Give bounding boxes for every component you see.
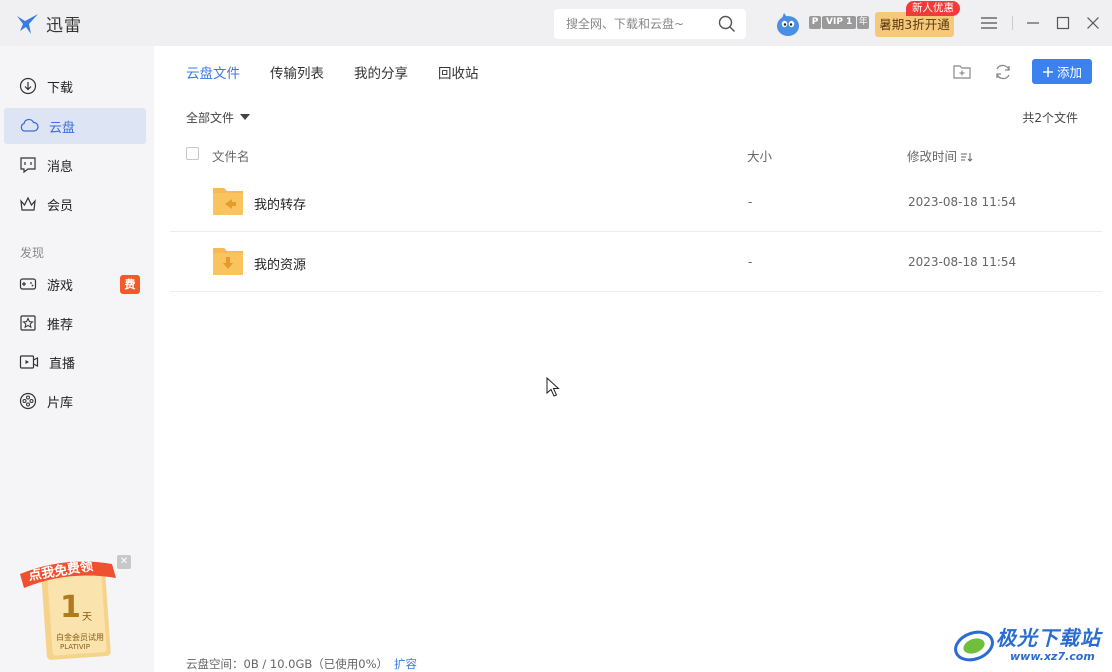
message-icon — [20, 157, 36, 174]
new-folder-icon[interactable] — [952, 62, 972, 82]
sidebar-item-game[interactable]: 游戏 费 — [4, 266, 146, 302]
file-count: 共2个文件 — [1022, 111, 1078, 125]
close-button[interactable] — [1083, 13, 1103, 33]
file-filter-dropdown[interactable]: 全部文件 — [186, 109, 251, 126]
search-icon[interactable] — [718, 15, 736, 33]
promo-close-button[interactable]: ✕ — [117, 555, 131, 569]
add-button[interactable]: 添加 — [1032, 59, 1092, 84]
column-header-modified-label: 修改时间 — [907, 149, 958, 164]
sidebar-item-download[interactable]: 下载 — [4, 68, 146, 104]
storage-usage: 云盘空间：0B / 10.0GB（已使用0%） — [186, 657, 389, 671]
search-box[interactable] — [554, 9, 746, 39]
tab-transfer-list[interactable]: 传输列表 — [270, 62, 324, 82]
download-icon — [19, 77, 37, 95]
promo-days: 1 — [60, 590, 81, 625]
hamburger-icon — [981, 17, 997, 29]
vip-level-label: VIP 1 — [822, 16, 857, 29]
folder-download-icon — [213, 248, 243, 275]
column-header-name[interactable]: 文件名 — [212, 146, 250, 165]
table-header: 文件名 大小 修改时间 — [186, 146, 1102, 166]
cloud-icon — [20, 118, 39, 132]
promo-days-unit: 天 — [82, 612, 92, 623]
storage-footer: 云盘空间：0B / 10.0GB（已使用0%） 扩容 — [186, 656, 417, 672]
vip-p-label: P — [809, 16, 821, 29]
film-reel-icon — [19, 392, 37, 410]
sidebar-item-recommend[interactable]: 推荐 — [4, 305, 146, 341]
file-name[interactable]: 我的转存 — [254, 194, 306, 213]
search-input[interactable] — [566, 17, 716, 31]
add-button-label: 添加 — [1056, 65, 1082, 80]
mouse-cursor-icon — [546, 377, 560, 397]
sidebar-item-label: 直播 — [49, 356, 76, 372]
filter-label: 全部文件 — [186, 111, 235, 125]
file-modified: 2023-08-18 11:54 — [908, 195, 1017, 209]
app-logo: 迅雷 — [16, 11, 82, 36]
new-user-tag: 新人优惠 — [906, 1, 960, 16]
main-tabs: 云盘文件 传输列表 我的分享 回收站 — [186, 62, 509, 82]
sidebar-item-message[interactable]: 消息 — [4, 147, 146, 183]
maximize-button[interactable] — [1053, 13, 1073, 33]
tab-cloud-files[interactable]: 云盘文件 — [186, 62, 240, 82]
file-name[interactable]: 我的资源 — [254, 254, 306, 273]
close-icon — [1087, 17, 1099, 29]
file-size: - — [748, 255, 753, 269]
title-bar: 迅雷 P VIP 1 年 暑期3折开通 新人优惠 — [0, 0, 1112, 46]
sidebar-item-label: 下载 — [47, 80, 74, 96]
sidebar-item-label: 消息 — [47, 159, 74, 175]
caret-down-icon — [240, 114, 251, 120]
sidebar-item-cloud[interactable]: 云盘 — [4, 108, 146, 144]
gamepad-icon — [19, 278, 37, 290]
file-modified: 2023-08-18 11:54 — [908, 255, 1017, 269]
table-row[interactable]: 我的转存 - 2023-08-18 11:54 — [170, 172, 1102, 232]
live-icon — [19, 355, 39, 369]
promo-line2: PLATIVIP — [60, 643, 90, 651]
column-header-size[interactable]: 大小 — [747, 146, 772, 165]
sidebar-item-label: 游戏 — [47, 278, 74, 294]
file-size: - — [748, 195, 753, 209]
sidebar-item-label: 片库 — [47, 395, 74, 411]
plus-icon — [1042, 66, 1053, 77]
avatar[interactable] — [776, 12, 800, 36]
expand-storage-link[interactable]: 扩容 — [394, 657, 417, 671]
sidebar-item-label: 会员 — [47, 198, 74, 214]
fee-badge: 费 — [120, 275, 140, 294]
minimize-icon — [1027, 22, 1039, 24]
table-row[interactable]: 我的资源 - 2023-08-18 11:54 — [170, 232, 1102, 292]
sort-icon — [961, 153, 973, 162]
site-watermark: 极光下载站 www.xz7.com — [952, 620, 1112, 668]
titlebar-divider — [1012, 16, 1013, 30]
watermark-url: www.xz7.com — [1010, 650, 1095, 663]
watermark-text: 极光下载站 — [996, 626, 1101, 650]
sidebar-item-library[interactable]: 片库 — [4, 383, 146, 419]
free-vip-promo-card[interactable]: 点我免费领 1 天 白金会员试用 PLATIVIP — [20, 554, 136, 664]
folder-transfer-icon — [213, 188, 243, 215]
crown-icon — [20, 196, 36, 211]
sidebar-item-member[interactable]: 会员 — [4, 186, 146, 222]
maximize-icon — [1056, 16, 1070, 30]
sidebar: 下载 云盘 消息 会员 发现 游戏 费 推荐 直播 片库 点我免费领 1 天 白… — [0, 46, 154, 672]
app-name: 迅雷 — [46, 16, 82, 36]
vip-year-label: 年 — [857, 16, 870, 29]
sidebar-item-label: 云盘 — [49, 120, 76, 136]
sidebar-item-live[interactable]: 直播 — [4, 344, 146, 380]
tab-recycle-bin[interactable]: 回收站 — [438, 62, 479, 82]
discover-section-title: 发现 — [20, 246, 45, 260]
vip-badge[interactable]: P VIP 1 年 — [809, 16, 870, 29]
select-all-checkbox[interactable] — [186, 147, 199, 160]
minimize-button[interactable] — [1023, 13, 1043, 33]
menu-button[interactable] — [979, 13, 999, 33]
column-header-modified[interactable]: 修改时间 — [907, 146, 973, 165]
refresh-icon[interactable] — [993, 62, 1013, 82]
promo-line1: 白金会员试用 — [56, 633, 104, 642]
tab-my-shares[interactable]: 我的分享 — [354, 62, 408, 82]
sidebar-item-label: 推荐 — [47, 317, 74, 333]
star-icon — [20, 315, 36, 331]
watermark-logo-icon — [954, 630, 994, 662]
thunder-bird-icon — [17, 13, 38, 34]
